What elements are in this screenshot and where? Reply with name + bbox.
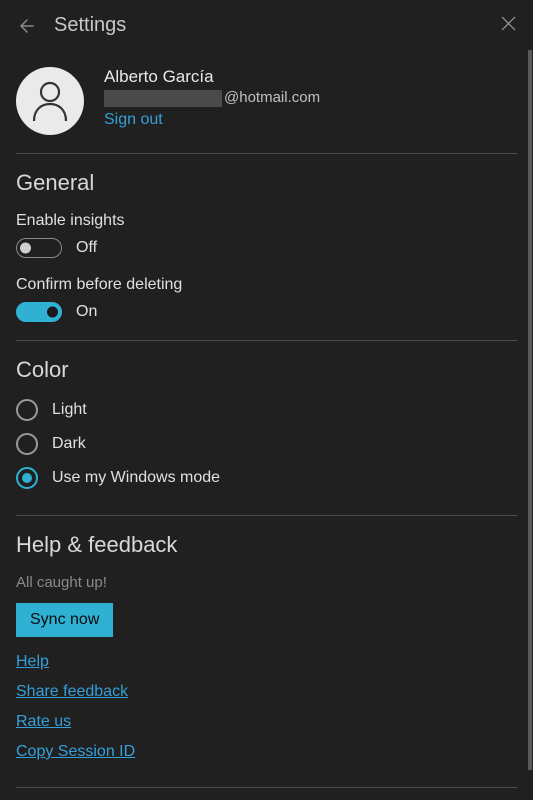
radio-icon xyxy=(16,399,38,421)
insights-toggle[interactable] xyxy=(16,238,62,258)
radio-icon xyxy=(16,433,38,455)
section-title-color: Color xyxy=(16,357,517,383)
account-name: Alberto García xyxy=(104,67,320,87)
page-title: Settings xyxy=(54,14,126,37)
color-option-dark[interactable]: Dark xyxy=(16,433,517,455)
radio-label: Dark xyxy=(52,435,86,453)
avatar xyxy=(16,67,84,135)
radio-label: Light xyxy=(52,401,87,419)
section-title-help: Help & feedback xyxy=(16,532,517,558)
email-masked-portion xyxy=(104,90,222,107)
close-icon[interactable] xyxy=(499,14,517,32)
color-option-windows[interactable]: Use my Windows mode xyxy=(16,467,517,489)
insights-label: Enable insights xyxy=(16,212,517,230)
rate-us-link[interactable]: Rate us xyxy=(16,713,517,731)
help-link[interactable]: Help xyxy=(16,653,517,671)
sync-status: All caught up! xyxy=(16,574,517,591)
user-icon xyxy=(30,79,70,123)
divider xyxy=(16,153,517,154)
radio-label: Use my Windows mode xyxy=(52,469,220,487)
sign-out-link[interactable]: Sign out xyxy=(104,111,320,129)
scrollbar[interactable] xyxy=(528,50,532,770)
confirm-delete-label: Confirm before deleting xyxy=(16,276,517,294)
radio-icon xyxy=(16,467,38,489)
share-feedback-link[interactable]: Share feedback xyxy=(16,683,517,701)
account-section: Alberto García @hotmail.com Sign out xyxy=(16,61,517,153)
copy-session-id-link[interactable]: Copy Session ID xyxy=(16,743,517,761)
divider xyxy=(16,787,517,788)
color-option-light[interactable]: Light xyxy=(16,399,517,421)
sync-now-button[interactable]: Sync now xyxy=(16,603,113,637)
insights-state: Off xyxy=(76,239,97,257)
confirm-delete-state: On xyxy=(76,303,97,321)
back-arrow-icon[interactable] xyxy=(16,17,34,35)
divider xyxy=(16,515,517,516)
section-title-general: General xyxy=(16,170,517,196)
divider xyxy=(16,340,517,341)
confirm-delete-toggle[interactable] xyxy=(16,302,62,322)
account-email: @hotmail.com xyxy=(104,89,320,107)
